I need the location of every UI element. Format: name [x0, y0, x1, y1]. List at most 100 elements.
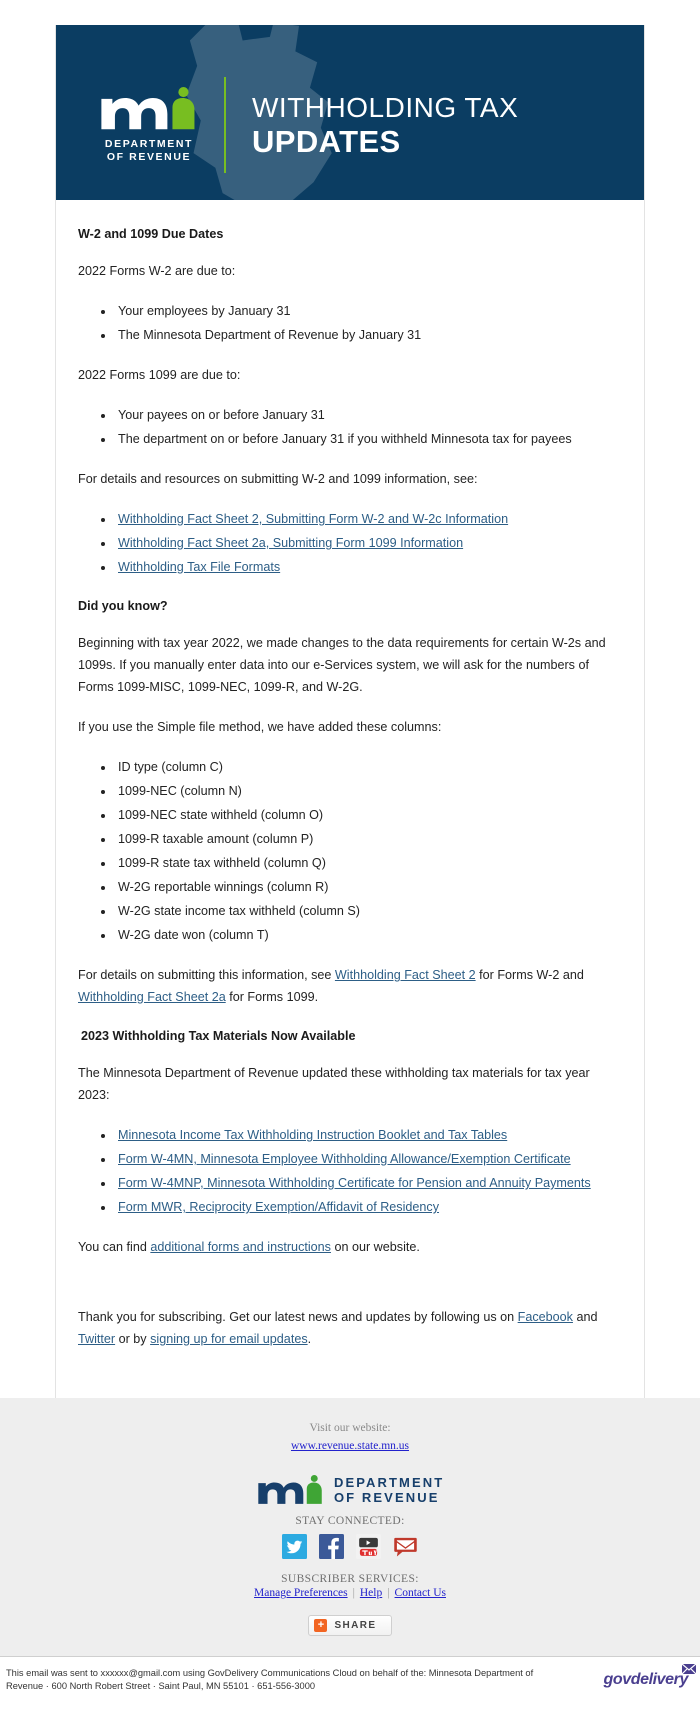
paragraph-details-resources: For details and resources on submitting … [78, 472, 478, 486]
link-file-formats[interactable]: Withholding Tax File Formats [118, 560, 280, 574]
list-w2-due: Your employees by January 31 The Minneso… [78, 300, 622, 346]
link-fact-sheet-2a[interactable]: Withholding Fact Sheet 2a, Submitting Fo… [118, 536, 463, 550]
mn-revenue-logo: DEPARTMENT OF REVENUE [94, 86, 204, 164]
social-links-row [0, 1534, 700, 1559]
paragraph-1099-due: 2022 Forms 1099 are due to: [78, 368, 241, 382]
legal-text: This email was sent to xxxxxx@gmail.com … [6, 1667, 533, 1693]
list-item: Form W-4MNP, Minnesota Withholding Certi… [115, 1172, 622, 1194]
paragraph-additional-forms: You can find additional forms and instru… [78, 1236, 622, 1258]
facebook-icon[interactable] [319, 1534, 344, 1559]
link-form-mwr[interactable]: Form MWR, Reciprocity Exemption/Affidavi… [118, 1200, 439, 1214]
list-item: The Minnesota Department of Revenue by J… [115, 324, 622, 346]
paragraph-submitting-info: For details on submitting this informati… [78, 964, 622, 1008]
legal-bottom-bar: This email was sent to xxxxxx@gmail.com … [0, 1656, 700, 1703]
link-instruction-booklet[interactable]: Minnesota Income Tax Withholding Instruc… [118, 1128, 507, 1142]
share-plus-icon: + [314, 1619, 328, 1632]
list-item: W-2G reportable winnings (column R) [115, 876, 622, 898]
email-banner: DEPARTMENT OF REVENUE WITHHOLDING TAX UP… [56, 25, 644, 200]
list-item: 1099-R state tax withheld (column Q) [115, 852, 622, 874]
list-item: 1099-R taxable amount (column P) [115, 828, 622, 850]
footer-logo-line2: OF REVENUE [333, 1490, 440, 1505]
govdelivery-wordmark: govdelivery [603, 1671, 688, 1688]
text-fragment: and [572, 1310, 598, 1324]
list-item: Form W-4MN, Minnesota Employee Withholdi… [115, 1148, 622, 1170]
list-item: Your payees on or before January 31 [115, 404, 622, 426]
link-fact-sheet-2[interactable]: Withholding Fact Sheet 2, Submitting For… [118, 512, 508, 526]
list-2023-materials: Minnesota Income Tax Withholding Instruc… [78, 1124, 622, 1218]
link-fact-sheet-2a-inline[interactable]: Withholding Fact Sheet 2a [78, 990, 226, 1004]
share-button-label: SHARE [334, 1620, 377, 1631]
link-twitter[interactable]: Twitter [78, 1332, 115, 1346]
link-fact-sheet-2-inline[interactable]: Withholding Fact Sheet 2 [335, 968, 476, 982]
email-card: DEPARTMENT OF REVENUE WITHHOLDING TAX UP… [55, 25, 645, 1398]
logo-dept-line1: DEPARTMENT [104, 137, 194, 150]
text-fragment: . [307, 1332, 312, 1346]
subscriber-services-links: Manage Preferences | Help | Contact Us [0, 1587, 700, 1599]
govdelivery-envelope-icon [682, 1663, 696, 1675]
legal-text-line2: Revenue · 600 North Robert Street · Sain… [6, 1681, 316, 1691]
list-item: ID type (column C) [115, 756, 622, 778]
visit-website-link[interactable]: www.revenue.state.mn.us [291, 1438, 409, 1455]
govdelivery-logo: govdelivery [603, 1663, 696, 1689]
link-additional-forms[interactable]: additional forms and instructions [150, 1240, 331, 1254]
paragraph-thank-you: Thank you for subscribing. Get our lates… [78, 1306, 622, 1350]
banner-divider [224, 77, 226, 173]
list-item: Minnesota Income Tax Withholding Instruc… [115, 1124, 622, 1146]
list-1099-due: Your payees on or before January 31 The … [78, 404, 622, 450]
list-resource-links: Withholding Fact Sheet 2, Submitting For… [78, 508, 622, 578]
email-wrapper: DEPARTMENT OF REVENUE WITHHOLDING TAX UP… [0, 0, 700, 1398]
share-button[interactable]: + SHARE [308, 1615, 392, 1636]
banner-title: WITHHOLDING TAX UPDATES [252, 92, 518, 159]
subscriber-services-label: SUBSCRIBER SERVICES: [281, 1573, 419, 1585]
stay-connected-label: STAY CONNECTED: [295, 1515, 405, 1527]
footer-logo-line1: DEPARTMENT [333, 1475, 445, 1490]
footer-mn-revenue-logo: DEPARTMENT OF REVENUE [0, 1475, 700, 1505]
link-form-w4mn[interactable]: Form W-4MN, Minnesota Employee Withholdi… [118, 1152, 571, 1166]
list-item: Withholding Tax File Formats [115, 556, 622, 578]
link-form-w4mnp[interactable]: Form W-4MNP, Minnesota Withholding Certi… [118, 1176, 591, 1190]
link-contact-us[interactable]: Contact Us [395, 1587, 446, 1599]
section-heading-did-you-know: Did you know? [78, 599, 168, 613]
list-item: Your employees by January 31 [115, 300, 622, 322]
banner-title-line2: UPDATES [252, 123, 401, 159]
list-item: Withholding Fact Sheet 2, Submitting For… [115, 508, 622, 530]
banner-content: DEPARTMENT OF REVENUE WITHHOLDING TAX UP… [94, 77, 518, 173]
text-fragment: or by [115, 1332, 151, 1346]
twitter-icon[interactable] [282, 1534, 307, 1559]
list-item: W-2G date won (column T) [115, 924, 622, 946]
list-simple-file-columns: ID type (column C) 1099-NEC (column N) 1… [78, 756, 622, 946]
text-fragment: on our website. [330, 1240, 420, 1254]
paragraph-data-requirements: Beginning with tax year 2022, we made ch… [78, 636, 606, 694]
logo-dept-line2: OF REVENUE [106, 150, 192, 163]
section-heading-due-dates: W-2 and 1099 Due Dates [78, 227, 224, 241]
email-page: DEPARTMENT OF REVENUE WITHHOLDING TAX UP… [0, 0, 700, 1703]
link-facebook[interactable]: Facebook [518, 1310, 573, 1324]
list-item: The department on or before January 31 i… [115, 428, 622, 450]
list-item: 1099-NEC state withheld (column O) [115, 804, 622, 826]
mn-logo-icon [258, 1475, 322, 1504]
list-item: 1099-NEC (column N) [115, 780, 622, 802]
text-fragment: For details on submitting this informati… [78, 968, 335, 982]
footer-logo-text: DEPARTMENT OF REVENUE [334, 1475, 444, 1505]
visit-website-label: Visit our website: [309, 1422, 391, 1434]
text-fragment: Thank you for subscribing. Get our lates… [78, 1310, 518, 1324]
banner-title-line1: WITHHOLDING TAX [252, 91, 519, 123]
list-item: Withholding Fact Sheet 2a, Submitting Fo… [115, 532, 622, 554]
paragraph-simple-file: If you use the Simple file method, we ha… [78, 720, 442, 734]
link-separator: | [352, 1587, 355, 1599]
text-fragment: You can find [78, 1240, 151, 1254]
link-separator: | [387, 1587, 390, 1599]
email-footer: Visit our website: www.revenue.state.mn.… [0, 1398, 700, 1656]
paragraph-w2-due: 2022 Forms W-2 are due to: [78, 264, 236, 278]
youtube-icon[interactable] [356, 1534, 381, 1559]
list-item: Form MWR, Reciprocity Exemption/Affidavi… [115, 1196, 622, 1218]
link-manage-preferences[interactable]: Manage Preferences [254, 1587, 348, 1599]
link-email-updates[interactable]: signing up for email updates [150, 1332, 308, 1346]
email-icon[interactable] [393, 1534, 418, 1559]
article-content: W-2 and 1099 Due Dates 2022 Forms W-2 ar… [56, 200, 644, 1398]
section-heading-2023-materials: 2023 Withholding Tax Materials Now Avail… [81, 1029, 356, 1043]
link-help[interactable]: Help [360, 1587, 382, 1599]
list-item: W-2G state income tax withheld (column S… [115, 900, 622, 922]
text-fragment: for Forms 1099. [225, 990, 319, 1004]
